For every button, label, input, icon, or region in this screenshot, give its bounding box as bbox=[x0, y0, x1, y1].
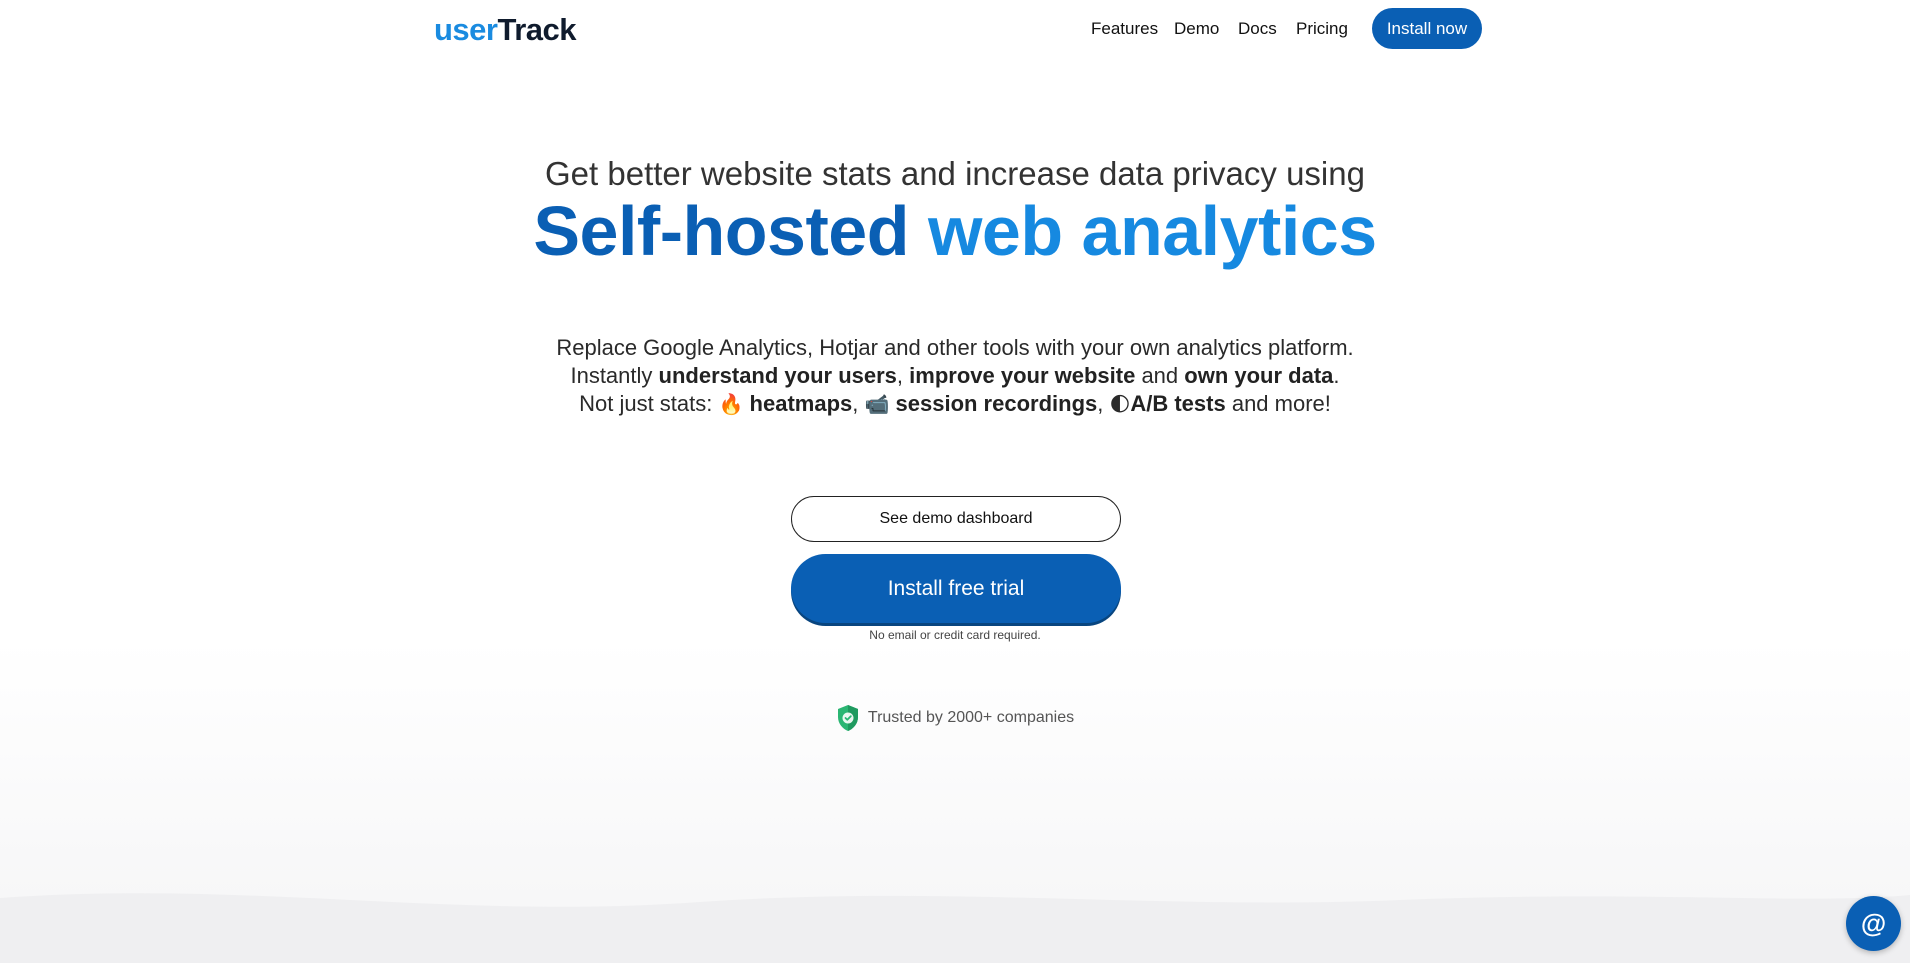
see-demo-button[interactable]: See demo dashboard bbox=[791, 496, 1121, 542]
desc-text: and bbox=[1135, 363, 1185, 388]
chat-button[interactable]: @ bbox=[1846, 896, 1901, 951]
desc-text: , bbox=[1097, 391, 1110, 416]
desc-bold-recordings: session recordings bbox=[895, 391, 1098, 416]
nav-docs[interactable]: Docs bbox=[1238, 19, 1277, 39]
desc-text: and more! bbox=[1225, 391, 1331, 416]
logo-user-text: user bbox=[434, 12, 498, 47]
desc-text: . bbox=[1333, 363, 1340, 388]
nav-features[interactable]: Features bbox=[1091, 19, 1158, 39]
background-wave bbox=[0, 893, 1910, 963]
nav-pricing[interactable]: Pricing bbox=[1296, 19, 1348, 39]
desc-text: Instantly bbox=[570, 363, 659, 388]
trust-text: Trusted by 2000+ companies bbox=[867, 709, 1075, 726]
fire-icon: 🔥 bbox=[718, 392, 744, 416]
desc-bold-abtests: A/B tests bbox=[1130, 391, 1226, 416]
site-header: userTrack Features Demo Docs Pricing Ins… bbox=[0, 0, 1910, 58]
hero-subhead: Get better website stats and increase da… bbox=[545, 155, 1365, 192]
usertrack-logo[interactable]: userTrack bbox=[434, 12, 576, 48]
shield-check-icon bbox=[837, 705, 858, 731]
no-email-note: No email or credit card required. bbox=[869, 628, 1041, 642]
desc-bold-improve: improve your website bbox=[909, 363, 1136, 388]
desc-text: , bbox=[896, 363, 910, 388]
trust-badge: Trusted by 2000+ companies bbox=[0, 704, 1910, 732]
nav-demo[interactable]: Demo bbox=[1174, 19, 1219, 39]
camera-icon: 📹 bbox=[864, 392, 890, 416]
headline-part-1: Self-hosted bbox=[533, 192, 909, 270]
hero-description: Replace Google Analytics, Hotjar and oth… bbox=[0, 334, 1910, 418]
headline-part-2: web analytics bbox=[927, 192, 1377, 270]
desc-line-1: Replace Google Analytics, Hotjar and oth… bbox=[556, 335, 1354, 360]
install-trial-button[interactable]: Install free trial bbox=[791, 554, 1121, 623]
desc-line-2: Instantly understand your users, improve… bbox=[0, 362, 1910, 390]
half-moon-icon: 🌓 bbox=[1109, 392, 1131, 416]
desc-bold-own: own your data bbox=[1184, 363, 1334, 388]
desc-bold-understand: understand your users bbox=[658, 363, 897, 388]
desc-text: , bbox=[852, 391, 865, 416]
hero-headline: Self-hosted web analytics bbox=[0, 190, 1910, 272]
install-now-button[interactable]: Install now bbox=[1372, 8, 1482, 49]
desc-bold-heatmaps: heatmaps bbox=[749, 391, 853, 416]
landing-page: userTrack Features Demo Docs Pricing Ins… bbox=[0, 0, 1910, 963]
desc-text: Not just stats: bbox=[579, 391, 719, 416]
desc-line-3: Not just stats: 🔥 heatmaps, 📹 session re… bbox=[0, 390, 1910, 418]
logo-track-text: Track bbox=[497, 12, 576, 47]
